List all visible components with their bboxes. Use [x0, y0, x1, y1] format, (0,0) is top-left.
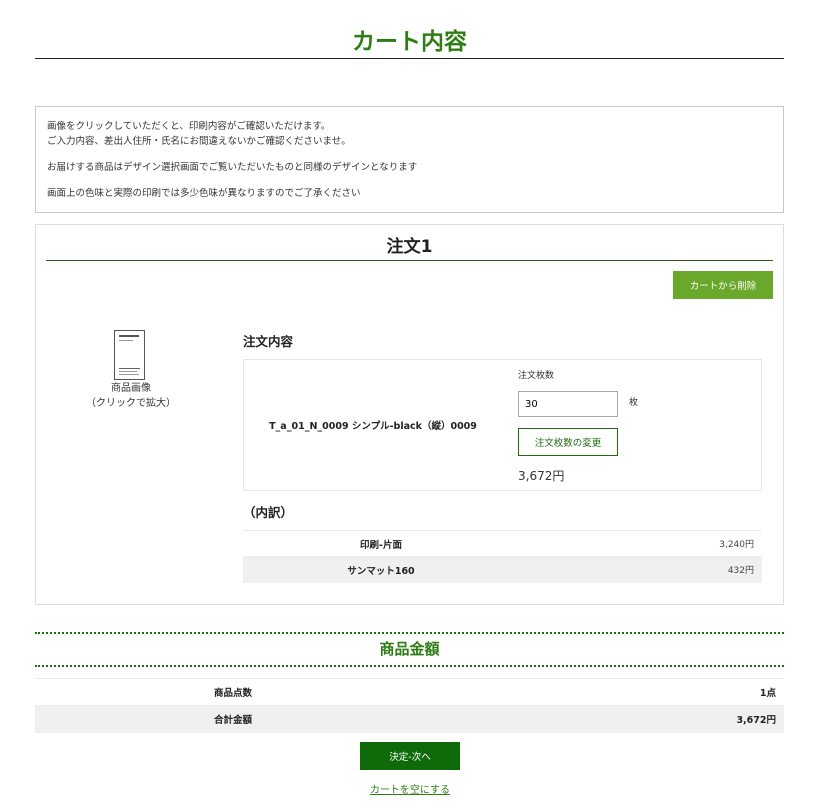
table-row: サンマット160 432円: [243, 556, 762, 583]
item-name: T_a_01_N_0009 シンプル-black（縦）0009: [269, 421, 477, 432]
breakdown-label: サンマット160: [243, 556, 519, 583]
quantity-unit: 枚: [629, 398, 639, 408]
order-details-heading: 注文内容: [243, 334, 294, 349]
caption-title: 商品画像: [111, 383, 151, 394]
breakdown-value: 432円: [519, 556, 762, 583]
empty-cart-link[interactable]: カートを空にする: [310, 781, 510, 796]
breakdown-label: 印刷-片面: [243, 530, 519, 557]
product-image-caption: 商品画像 （クリックで拡大）: [66, 381, 196, 411]
totals-heading: 商品金額: [35, 632, 784, 667]
notice-line: ご入力内容、差出人住所・氏名にお間違えないかご確認くださいませ。: [47, 136, 351, 147]
table-row: 合計金額 3,672円: [35, 705, 784, 733]
order-item: T_a_01_N_0009 シンプル-black（縦）0009 注文枚数 枚 注…: [243, 359, 762, 491]
totals-label: 合計金額: [35, 705, 431, 733]
totals-table: 商品点数 1点 合計金額 3,672円: [35, 678, 784, 733]
table-row: 商品点数 1点: [35, 678, 784, 706]
notice-box: 画像をクリックしていただくと、印刷内容がご確認いただけます。 ご入力内容、差出人…: [35, 106, 784, 213]
caption-hint: （クリックで拡大）: [86, 398, 176, 409]
page-title: カート内容: [35, 26, 784, 59]
totals-value: 1点: [431, 678, 784, 706]
item-price: 3,672円: [518, 469, 565, 483]
notice-line: お届けする商品はデザイン選択画面でご覧いただいたものと同様のデザインとなります: [47, 162, 418, 173]
totals-label: 商品点数: [35, 678, 431, 706]
product-image-thumbnail[interactable]: [114, 330, 145, 380]
remove-from-cart-button[interactable]: カートから削除: [673, 271, 773, 299]
order-title: 注文1: [46, 235, 773, 261]
breakdown-table: 印刷-片面 3,240円 サンマット160 432円: [243, 530, 762, 583]
notice-line: 画像をクリックしていただくと、印刷内容がご確認いただけます。: [47, 121, 331, 132]
quantity-input[interactable]: [518, 391, 618, 417]
notice-line: 画面上の色味と実際の印刷では多少色味が異なりますのでご了承ください: [47, 188, 361, 199]
quantity-label: 注文枚数: [518, 371, 555, 381]
totals-value: 3,672円: [431, 705, 784, 733]
change-quantity-button[interactable]: 注文枚数の変更: [518, 428, 618, 456]
order-card: 注文1 カートから削除 商品画像 （クリックで拡大） 注文内容 T_a_01_N…: [35, 224, 784, 605]
table-row: 印刷-片面 3,240円: [243, 530, 762, 557]
confirm-next-button[interactable]: 決定-次へ: [360, 742, 460, 770]
breakdown-heading: （内訳）: [243, 505, 294, 520]
breakdown-value: 3,240円: [519, 530, 762, 557]
